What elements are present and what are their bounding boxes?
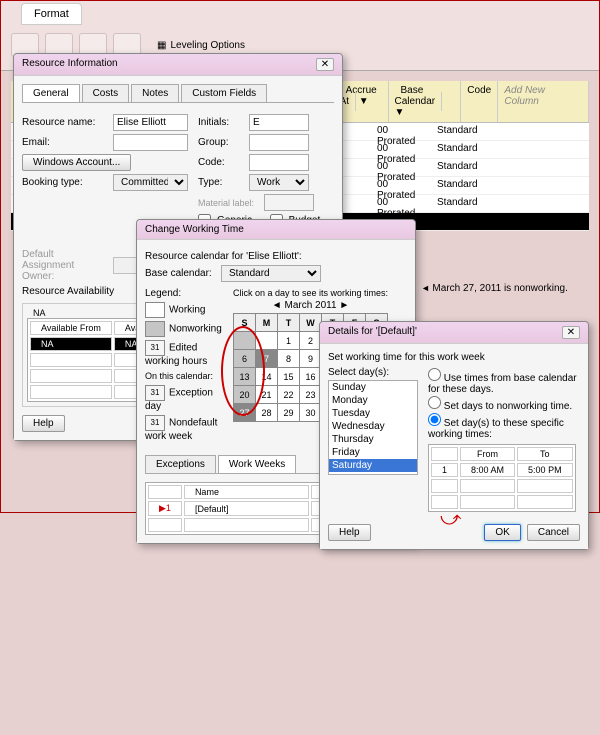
opt-nonworking[interactable]: Set days to nonworking time. [428, 396, 580, 412]
working-legend-icon [145, 302, 165, 318]
close-icon[interactable]: ✕ [316, 58, 334, 71]
nonworking-legend-icon [145, 321, 165, 337]
nondefault-legend-icon: 31 [145, 415, 165, 431]
opt-specific[interactable]: Set day(s) to these specific working tim… [428, 413, 580, 440]
nonworking-message: ◄ March 27, 2011 is nonworking. [421, 283, 568, 294]
code-input[interactable] [249, 154, 309, 171]
col-code[interactable]: Code [461, 81, 498, 122]
leveling-icon: ▦ [157, 40, 166, 51]
exception-legend-icon: 31 [145, 385, 165, 401]
cancel-button[interactable]: Cancel [527, 524, 580, 541]
col-addnew[interactable]: Add New Column [498, 81, 589, 122]
edited-legend-icon: 31 [145, 340, 165, 356]
resource-name-input[interactable] [113, 114, 188, 131]
opt-basecal[interactable]: Use times from base calendar for these d… [428, 368, 580, 395]
tab-workweeks[interactable]: Work Weeks [218, 455, 296, 473]
base-calendar-select[interactable]: Standard [221, 265, 321, 282]
material-label-input [264, 194, 314, 211]
dialog-title: Details for '[Default]' [328, 326, 417, 339]
booking-type-select[interactable]: Committed [113, 174, 188, 191]
initials-input[interactable] [249, 114, 309, 131]
group-input[interactable] [249, 134, 309, 151]
tab-exceptions[interactable]: Exceptions [145, 455, 216, 473]
dialog-title: Resource Information [22, 58, 118, 71]
email-input[interactable] [113, 134, 188, 151]
working-times-grid[interactable]: FromTo 18:00 AM5:00 PM [428, 444, 576, 512]
tab-notes[interactable]: Notes [131, 84, 179, 102]
tab-general[interactable]: General [22, 84, 80, 102]
windows-account-button[interactable]: Windows Account... [22, 154, 131, 171]
close-icon[interactable]: ✕ [562, 326, 580, 339]
days-listbox[interactable]: Sunday Monday Tuesday Wednesday Thursday… [328, 380, 418, 475]
col-basecal[interactable]: Base Calendar ▼ [389, 81, 462, 122]
resinfo-tabs: General Costs Notes Custom Fields [22, 84, 334, 103]
help-button[interactable]: Help [328, 524, 371, 541]
format-tab[interactable]: Format [21, 3, 82, 25]
type-select[interactable]: Work [249, 174, 309, 191]
help-button[interactable]: Help [22, 415, 65, 432]
details-dialog: Details for '[Default]'✕ Set working tim… [319, 321, 589, 550]
ok-button[interactable]: OK [484, 524, 520, 541]
tab-costs[interactable]: Costs [82, 84, 130, 102]
dialog-title: Change Working Time [145, 224, 244, 235]
tab-custom[interactable]: Custom Fields [181, 84, 267, 102]
